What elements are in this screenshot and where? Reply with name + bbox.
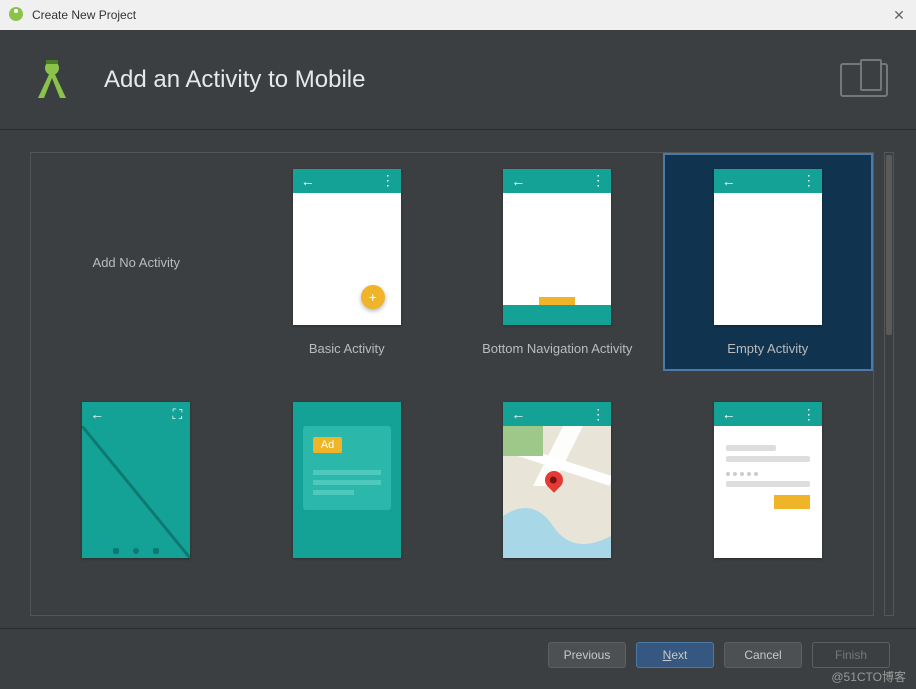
template-basic-activity[interactable]: ← ⋮ + Basic Activity [242, 153, 453, 371]
template-fullscreen-activity[interactable]: ← ⛶ [31, 371, 242, 589]
nav-bar-icon [82, 548, 190, 554]
template-empty-activity[interactable]: ← ⋮ Empty Activity [663, 153, 874, 371]
cancel-button[interactable]: Cancel [724, 642, 802, 668]
template-label: Bottom Navigation Activity [482, 341, 632, 356]
finish-button: Finish [812, 642, 890, 668]
template-thumbnail: ← ⋮ [503, 402, 611, 558]
template-thumbnail: ← ⋮ [714, 402, 822, 558]
template-label: Basic Activity [309, 341, 385, 356]
back-arrow-icon: ← [722, 406, 736, 422]
overflow-icon: ⋮ [591, 406, 603, 423]
window-title: Create New Project [32, 8, 136, 22]
vertical-scrollbar[interactable] [884, 152, 894, 616]
template-bottom-navigation-activity[interactable]: ← ⋮ Bottom Navigation Activity [452, 153, 663, 371]
back-arrow-icon: ← [511, 406, 525, 422]
android-studio-icon [8, 6, 24, 25]
fullscreen-icon: ⛶ [172, 406, 182, 423]
overflow-icon: ⋮ [802, 172, 814, 189]
back-arrow-icon: ← [511, 173, 525, 189]
ad-badge: Ad [313, 437, 342, 453]
template-thumbnail: Ad [293, 402, 401, 558]
wizard-footer: Previous Next Cancel Finish [0, 628, 916, 680]
watermark: @51CTO博客 [831, 668, 906, 685]
template-thumbnail: ← ⋮ [714, 169, 822, 325]
scrollbar-thumb[interactable] [886, 155, 892, 335]
template-label: Empty Activity [727, 341, 808, 356]
template-login-activity[interactable]: ← ⋮ [663, 371, 874, 589]
back-arrow-icon: ← [90, 406, 104, 422]
close-icon[interactable]: ✕ [890, 6, 908, 24]
titlebar: Create New Project ✕ [0, 0, 916, 30]
overflow-icon: ⋮ [591, 172, 603, 189]
back-arrow-icon: ← [301, 173, 315, 189]
android-studio-logo-icon [28, 54, 76, 105]
page-title: Add an Activity to Mobile [104, 66, 365, 94]
template-add-no-activity[interactable]: Add No Activity [31, 153, 242, 371]
template-grid: Add No Activity ← ⋮ + Basic Activity ← ⋮ [30, 152, 874, 616]
template-thumbnail: ← ⋮ [503, 169, 611, 325]
device-form-factor-icon [840, 63, 888, 97]
template-thumbnail: ← ⛶ [82, 402, 190, 558]
back-arrow-icon: ← [722, 173, 736, 189]
next-button[interactable]: Next [636, 642, 714, 668]
template-google-maps-activity[interactable]: ← ⋮ [452, 371, 663, 589]
overflow-icon: ⋮ [381, 172, 393, 189]
template-admob-ads-activity[interactable]: Ad [242, 371, 453, 589]
fab-icon: + [361, 285, 385, 309]
wizard-header: Add an Activity to Mobile [0, 30, 916, 130]
template-thumbnail: ← ⋮ + [293, 169, 401, 325]
content-area: Add No Activity ← ⋮ + Basic Activity ← ⋮ [0, 130, 916, 628]
overflow-icon: ⋮ [802, 406, 814, 423]
previous-button[interactable]: Previous [548, 642, 626, 668]
template-label: Add No Activity [93, 255, 180, 270]
